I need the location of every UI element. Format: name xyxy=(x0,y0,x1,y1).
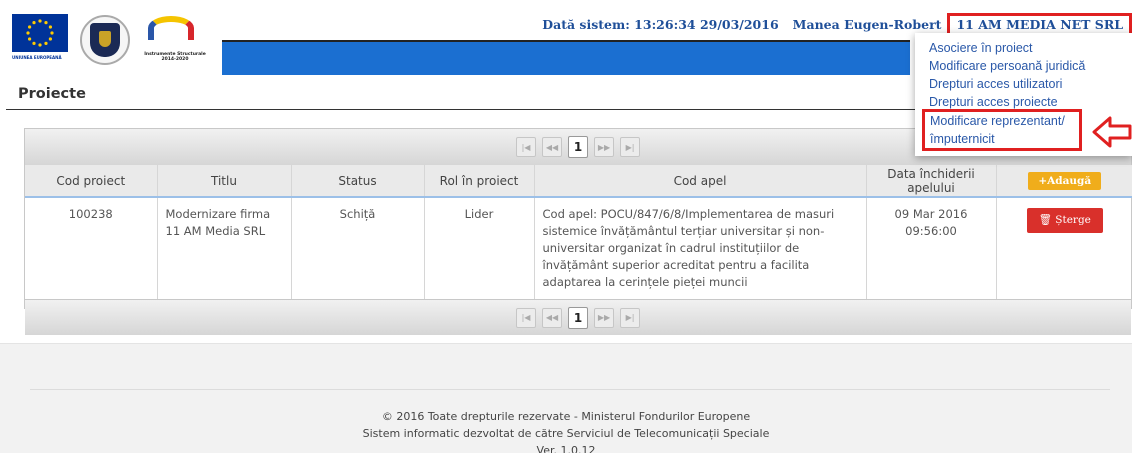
footer-developer: Sistem informatic dezvoltat de către Ser… xyxy=(362,427,770,440)
cell-cod-proiect: 100238 xyxy=(25,197,158,299)
projects-table: Cod proiect Titlu Status Rol în proiect … xyxy=(25,165,1132,299)
app-page: UNIUNEA EUROPEANĂ Instrumente Structural… xyxy=(0,0,1132,453)
footer-copyright: © 2016 Toate drepturile rezervate - Mini… xyxy=(381,410,751,423)
cell-data-inchidere: 09 Mar 2016 09:56:00 xyxy=(866,197,997,299)
column-header-data-inchidere[interactable]: Data închiderii apelului xyxy=(866,165,997,198)
pager-next-button[interactable]: ▶▶ xyxy=(594,137,614,157)
user-name-link[interactable]: Manea Eugen-Robert xyxy=(793,17,942,32)
cell-titlu: Modernizare firma 11 AM Media SRL xyxy=(157,197,292,299)
structural-instruments-logo: Instrumente Structurale 2014-2020 xyxy=(140,12,210,68)
column-header-rol[interactable]: Rol în proiect xyxy=(424,165,535,198)
pager-prev-button[interactable]: ◀◀ xyxy=(542,307,562,328)
pager-current-page[interactable]: 1 xyxy=(568,136,588,158)
pager-prev-button[interactable]: ◀◀ xyxy=(542,137,562,157)
system-date: Dată sistem: 13:26:34 29/03/2016 xyxy=(542,17,779,32)
pager-last-button[interactable]: ▶| xyxy=(620,307,640,328)
table-header-row: Cod proiect Titlu Status Rol în proiect … xyxy=(25,165,1132,198)
cell-cod-apel: Cod apel: POCU/847/6/8/Implementarea de … xyxy=(534,197,867,299)
cell-rol: Lider xyxy=(424,197,535,299)
menu-item-asociere[interactable]: Asociere în proiect xyxy=(929,39,1132,57)
menu-item-drepturi-utilizatori[interactable]: Drepturi acces utilizatori xyxy=(929,75,1132,93)
column-header-status[interactable]: Status xyxy=(291,165,425,198)
table-row: 100238 Modernizare firma 11 AM Media SRL… xyxy=(25,197,1132,299)
menu-item-modificare-reprezentant[interactable]: Modificare reprezentant/împuternicit xyxy=(922,109,1082,151)
cell-status: Schiță xyxy=(291,197,425,299)
column-header-cod-proiect[interactable]: Cod proiect xyxy=(25,165,158,198)
pager-first-button[interactable]: |◀ xyxy=(516,307,536,328)
delete-project-button[interactable]: 🗑 Șterge xyxy=(1026,208,1103,233)
page-footer: © 2016 Toate drepturile rezervate - Mini… xyxy=(0,343,1132,453)
navigation-bar xyxy=(222,40,910,75)
column-header-actions: +Adaugă xyxy=(996,165,1132,198)
eu-flag-logo: UNIUNEA EUROPEANĂ xyxy=(12,14,70,66)
footer-version: Ver. 1.0.12 xyxy=(536,444,596,453)
column-header-cod-apel[interactable]: Cod apel xyxy=(534,165,867,198)
header-logos: UNIUNEA EUROPEANĂ Instrumente Structural… xyxy=(12,12,210,68)
government-seal-logo xyxy=(80,15,130,65)
add-project-button[interactable]: +Adaugă xyxy=(1028,171,1102,190)
pager-last-button[interactable]: ▶| xyxy=(620,137,640,157)
pager-first-button[interactable]: |◀ xyxy=(516,137,536,157)
column-header-titlu[interactable]: Titlu xyxy=(157,165,292,198)
menu-item-modificare-persoana[interactable]: Modificare persoană juridică xyxy=(929,57,1132,75)
pager-next-button[interactable]: ▶▶ xyxy=(594,307,614,328)
pager-current-page[interactable]: 1 xyxy=(568,306,588,329)
structural-instruments-caption: Instrumente Structurale 2014-2020 xyxy=(144,52,206,62)
pager-bottom: |◀ ◀◀ 1 ▶▶ ▶| xyxy=(25,299,1131,335)
cell-actions: 🗑 Șterge xyxy=(996,197,1132,299)
footer-divider xyxy=(30,389,1110,390)
page-title: Proiecte xyxy=(18,86,86,102)
red-arrow-annotation-icon xyxy=(1092,116,1132,148)
eu-logo-caption: UNIUNEA EUROPEANĂ xyxy=(12,55,62,60)
